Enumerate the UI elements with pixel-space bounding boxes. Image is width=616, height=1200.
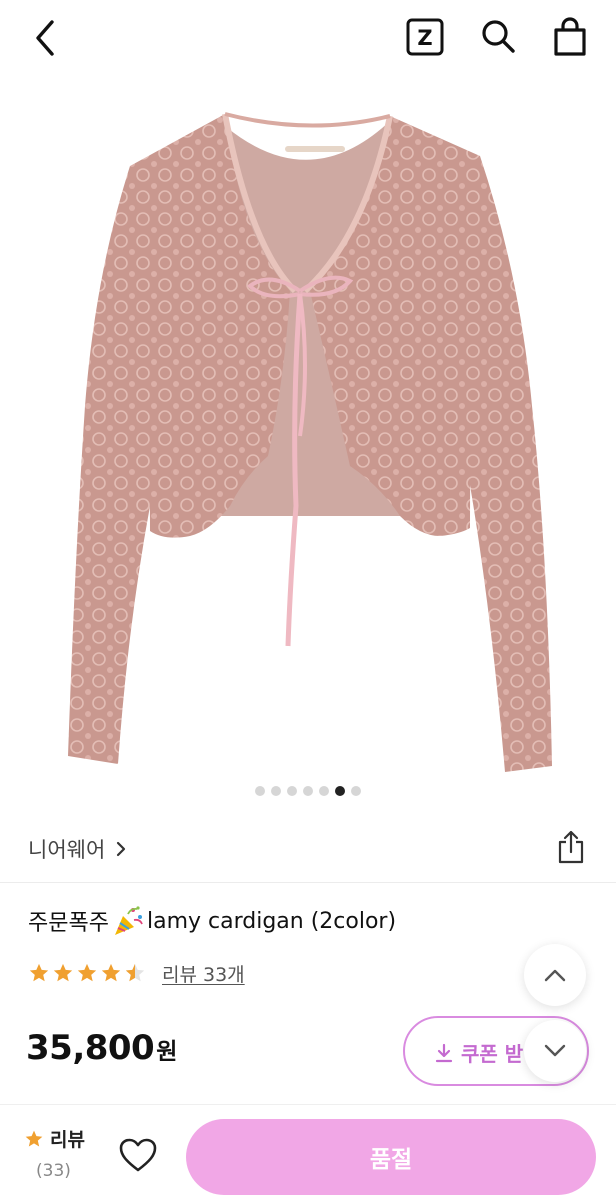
chevron-right-icon [117, 841, 126, 857]
gallery-dot[interactable] [319, 786, 329, 796]
chevron-left-icon[interactable] [28, 18, 64, 58]
gallery-dot[interactable] [303, 786, 313, 796]
divider [0, 882, 616, 883]
heart-icon[interactable] [118, 1137, 158, 1173]
gallery-dot[interactable] [271, 786, 281, 796]
z-app-button[interactable]: Z [406, 18, 444, 56]
chevron-down-icon [544, 1044, 566, 1057]
title-name: lamy cardigan (2color) [146, 908, 397, 934]
brand-name: 니어웨어 [28, 838, 106, 862]
cardigan-illustration [68, 112, 552, 772]
brand-row: 니어웨어 [0, 826, 616, 872]
search-icon[interactable] [478, 16, 518, 56]
star-icon [25, 1130, 43, 1146]
party-popper-icon [114, 906, 143, 935]
gallery-dot[interactable] [351, 786, 361, 796]
gallery-dot[interactable] [255, 786, 265, 796]
star-icon [101, 963, 121, 982]
gallery-dot-active[interactable] [335, 786, 345, 796]
price: 35,800 원 [26, 1028, 177, 1068]
review-count-link[interactable]: 리뷰 33개 [162, 960, 245, 987]
scroll-down-button[interactable] [524, 1020, 586, 1082]
product-title: 주문폭주 lamy cardigan (2color) [28, 904, 396, 938]
top-bar: Z [0, 0, 616, 76]
share-icon[interactable] [556, 830, 586, 864]
bottom-review-button[interactable]: 리뷰 [24, 1125, 85, 1152]
coupon-label: 쿠폰 받 [461, 1042, 524, 1066]
star-rating [28, 962, 146, 984]
title-prefix: 주문폭주 [28, 911, 109, 936]
soldout-button[interactable]: 품절 [186, 1119, 596, 1195]
product-image[interactable] [0, 76, 616, 776]
shopping-bag-icon[interactable] [550, 16, 590, 58]
star-icon [53, 963, 73, 982]
gallery-indicator [0, 784, 616, 798]
bottom-review-label: 리뷰 [50, 1129, 85, 1151]
chevron-up-icon [544, 969, 566, 982]
scroll-top-button[interactable] [524, 944, 586, 1006]
gallery-dot[interactable] [287, 786, 297, 796]
rating-row: 리뷰 33개 [28, 958, 245, 988]
price-number: 35,800 [26, 1028, 155, 1068]
bottom-review-count: (33) [36, 1161, 71, 1181]
brand-link[interactable]: 니어웨어 [28, 834, 127, 864]
star-half-icon [125, 963, 145, 982]
star-icon [29, 963, 49, 982]
z-label: Z [417, 26, 432, 50]
price-unit: 원 [156, 1039, 177, 1065]
download-icon [435, 1043, 453, 1062]
bottom-action-bar: 리뷰 (33) 품절 [0, 1104, 616, 1200]
star-icon [77, 963, 97, 982]
